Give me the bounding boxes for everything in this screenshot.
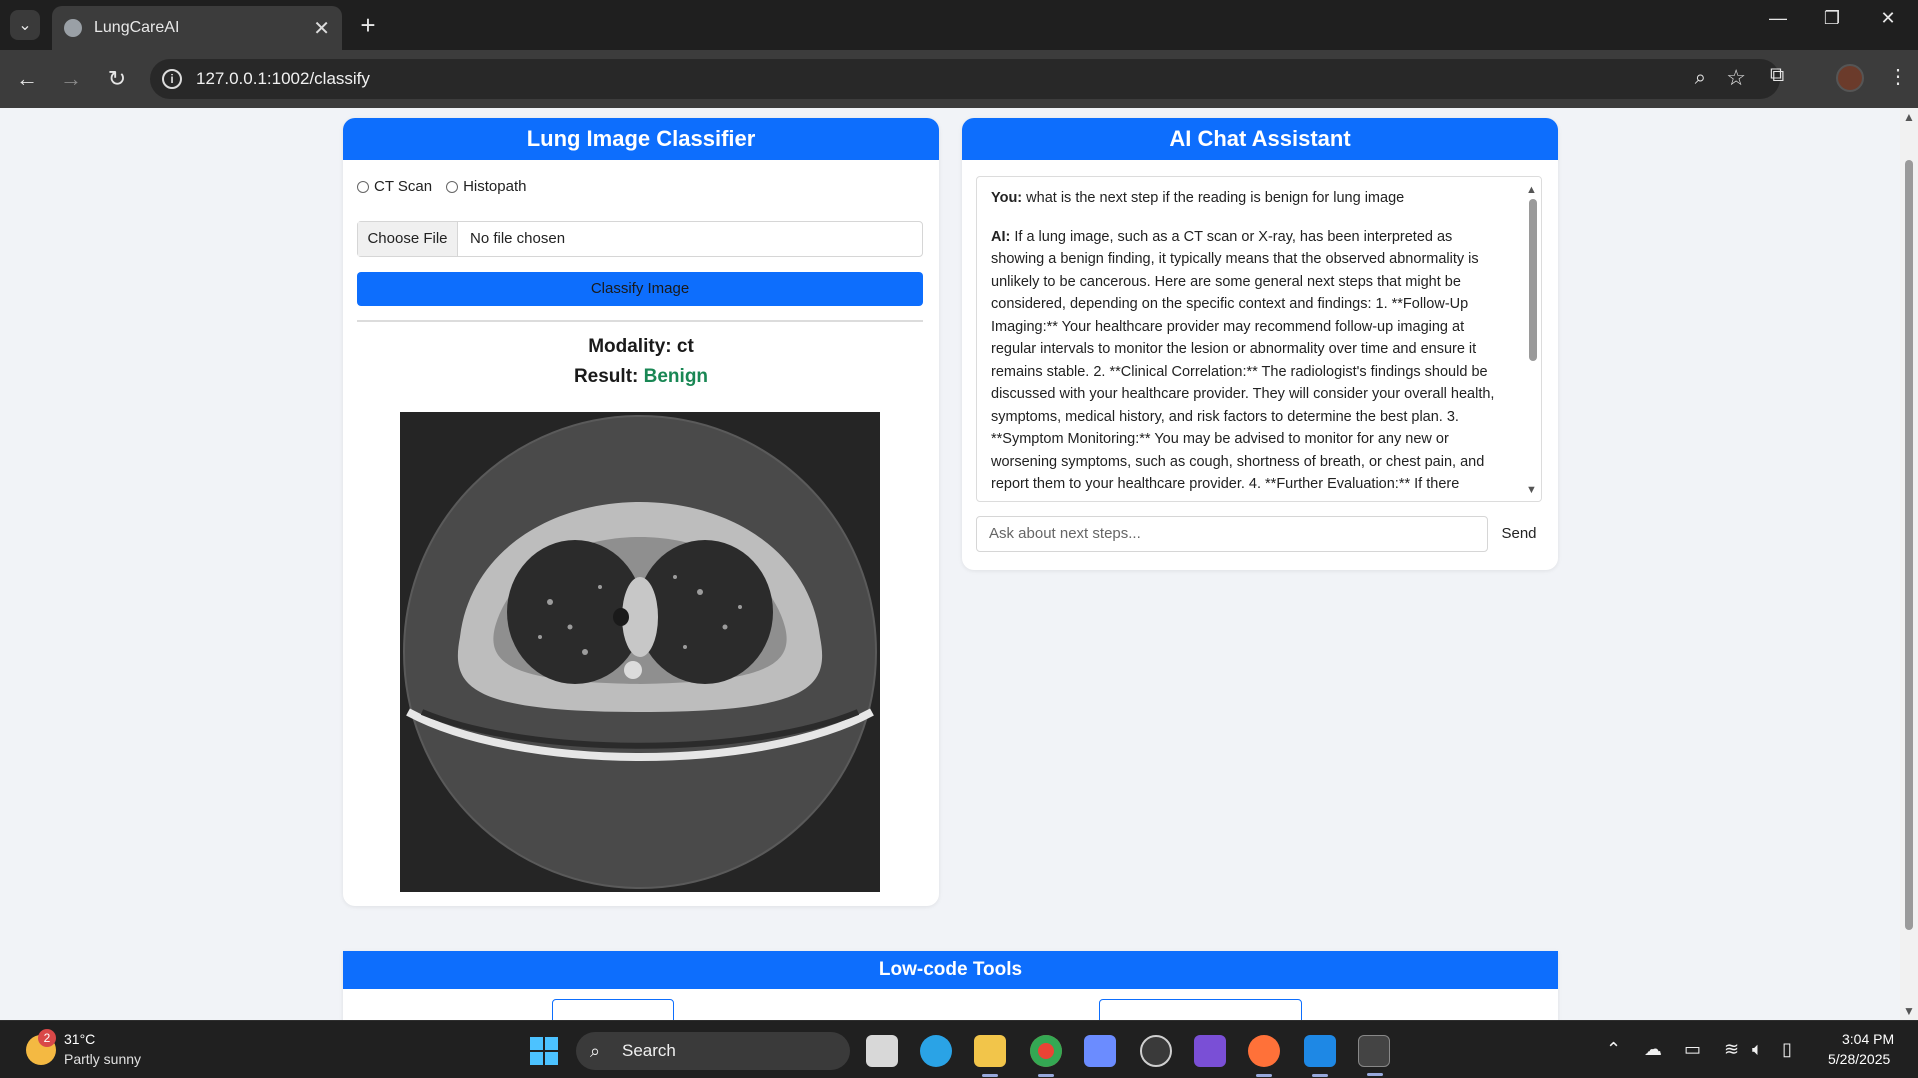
scroll-thumb[interactable] <box>1529 199 1537 361</box>
copilot-icon[interactable] <box>1084 1035 1116 1067</box>
battery-icon[interactable]: ▯ <box>1782 1039 1792 1060</box>
scroll-down-icon[interactable]: ▼ <box>1526 479 1537 502</box>
scroll-thumb[interactable] <box>1905 160 1913 930</box>
classify-image-button[interactable]: Classify Image <box>357 272 923 306</box>
ct-scan-image <box>400 412 880 892</box>
file-explorer-icon[interactable] <box>974 1035 1006 1077</box>
clipchamp-icon[interactable] <box>1194 1035 1226 1067</box>
chat-log[interactable]: You: what is the next step if the readin… <box>976 176 1542 502</box>
weather-description[interactable]: Partly sunny <box>64 1051 141 1067</box>
address-bar[interactable]: i 127.0.0.1:1002/classify ⌕ ☆ <box>150 59 1780 99</box>
classification-result: Result: Benign <box>343 366 939 388</box>
choose-file-button[interactable]: Choose File <box>358 222 458 256</box>
file-input[interactable]: Choose File No file chosen <box>357 221 923 257</box>
lowcode-tool-button[interactable] <box>1099 999 1302 1020</box>
task-view-icon[interactable] <box>866 1035 898 1067</box>
chevron-up-icon[interactable]: ⌃ <box>1606 1039 1621 1060</box>
weather-temperature[interactable]: 31°C <box>64 1031 95 1047</box>
windows-taskbar: 2 31°C Partly sunny ⌕ Search ⌃ ☁ ▭ ≋ 🔈︎ … <box>0 1020 1918 1078</box>
minimize-icon[interactable]: — <box>1758 8 1798 29</box>
obs-icon[interactable] <box>1140 1035 1172 1067</box>
lowcode-title: Low-code Tools <box>343 951 1558 989</box>
chat-scrollbar[interactable]: ▲ ▼ <box>1523 177 1541 501</box>
weather-badge: 2 <box>38 1029 56 1047</box>
chrome-icon[interactable] <box>1030 1035 1062 1077</box>
site-info-icon[interactable]: i <box>162 69 182 89</box>
message-text: what is the next step if the reading is … <box>1026 190 1405 206</box>
globe-icon <box>64 19 82 37</box>
lowcode-tools-card: Low-code Tools <box>343 951 1558 1020</box>
firefox-icon[interactable] <box>1248 1035 1280 1077</box>
chevron-down-icon: ⌄ <box>18 17 32 34</box>
speaker-label: AI: <box>991 228 1011 245</box>
new-tab-button[interactable]: + <box>354 12 382 40</box>
page-viewport: Lung Image Classifier CT Scan Histopath … <box>0 108 1900 1020</box>
zoom-icon[interactable]: ⌕ <box>1695 67 1706 90</box>
reload-icon[interactable]: ↻ <box>102 64 132 94</box>
volume-icon[interactable]: 🔈︎ <box>1752 1039 1763 1060</box>
tab-title: LungCareAI <box>94 19 180 36</box>
chat-message-ai: AI: If a lung image, such as a CT scan o… <box>991 226 1497 496</box>
message-text: If a lung image, such as a CT scan or X-… <box>991 228 1495 493</box>
terminal-icon[interactable] <box>1358 1035 1390 1076</box>
result-value: Benign <box>643 366 709 387</box>
modality-result: Modality: ct <box>343 336 939 358</box>
vscode-icon[interactable] <box>1304 1035 1336 1077</box>
result-label: Result: <box>573 366 639 387</box>
file-status: No file chosen <box>470 230 566 247</box>
start-windows-icon[interactable] <box>530 1037 558 1065</box>
send-button[interactable]: Send <box>1494 516 1544 552</box>
chat-input[interactable]: Ask about next steps... <box>976 516 1488 552</box>
radio-ct-scan[interactable]: CT Scan <box>357 178 432 195</box>
clock-date[interactable]: 5/28/2025 <box>1828 1051 1890 1067</box>
divider <box>357 320 923 322</box>
back-icon[interactable]: ← <box>12 64 42 94</box>
scroll-down-icon[interactable]: ▼ <box>1903 1004 1915 1018</box>
radio-label: Histopath <box>463 178 527 195</box>
radio-button[interactable] <box>446 180 459 193</box>
classifier-title: Lung Image Classifier <box>343 118 939 160</box>
tab-search-button[interactable]: ⌄ <box>10 10 40 40</box>
taskbar-search[interactable]: ⌕ Search <box>576 1032 850 1070</box>
keyboard-icon[interactable]: ▭ <box>1684 1039 1701 1060</box>
page-scrollbar[interactable]: ▲ ▼ <box>1900 108 1918 1020</box>
onedrive-cloud-icon[interactable]: ☁ <box>1644 1039 1662 1060</box>
url-text: 127.0.0.1:1002/classify <box>196 69 370 88</box>
modality-value: ct <box>676 336 694 357</box>
chat-message-user: You: what is the next step if the readin… <box>991 187 1497 210</box>
chat-title: AI Chat Assistant <box>962 118 1558 160</box>
radio-label: CT Scan <box>374 178 433 195</box>
search-label: Search <box>622 1041 676 1060</box>
close-window-icon[interactable]: ✕ <box>1868 8 1908 29</box>
chat-card: AI Chat Assistant You: what is the next … <box>962 118 1558 570</box>
speaker-label: You: <box>991 190 1023 206</box>
browser-titlebar: ⌄ LungCareAI ✕ + — ❐ ✕ <box>0 0 1918 50</box>
restore-icon[interactable]: ❐ <box>1812 8 1852 29</box>
modality-radio-group: CT Scan Histopath <box>357 178 526 195</box>
wifi-icon[interactable]: ≋ <box>1724 1039 1739 1060</box>
browser-tab[interactable]: LungCareAI ✕ <box>52 6 342 50</box>
forward-icon[interactable]: → <box>56 64 86 94</box>
classifier-card: Lung Image Classifier CT Scan Histopath … <box>343 118 939 906</box>
telegram-icon[interactable] <box>920 1035 952 1067</box>
profile-avatar[interactable] <box>1836 64 1864 92</box>
bookmark-star-icon[interactable]: ☆ <box>1726 65 1746 91</box>
extensions-icon[interactable]: ⧉ <box>1770 64 1784 87</box>
scroll-up-icon[interactable]: ▲ <box>1903 110 1915 124</box>
search-icon: ⌕ <box>590 1041 601 1061</box>
browser-toolbar: ← → ↻ i 127.0.0.1:1002/classify ⌕ ☆ ⧉ ⋮ <box>0 50 1918 108</box>
menu-kebab-icon[interactable]: ⋮ <box>1888 64 1908 89</box>
radio-button[interactable] <box>357 180 369 193</box>
lowcode-tool-button[interactable] <box>552 999 674 1020</box>
close-tab-icon[interactable]: ✕ <box>313 16 330 41</box>
modality-label: Modality: <box>588 336 672 357</box>
radio-histopath[interactable]: Histopath <box>446 178 526 195</box>
clock-time[interactable]: 3:04 PM <box>1842 1031 1894 1047</box>
